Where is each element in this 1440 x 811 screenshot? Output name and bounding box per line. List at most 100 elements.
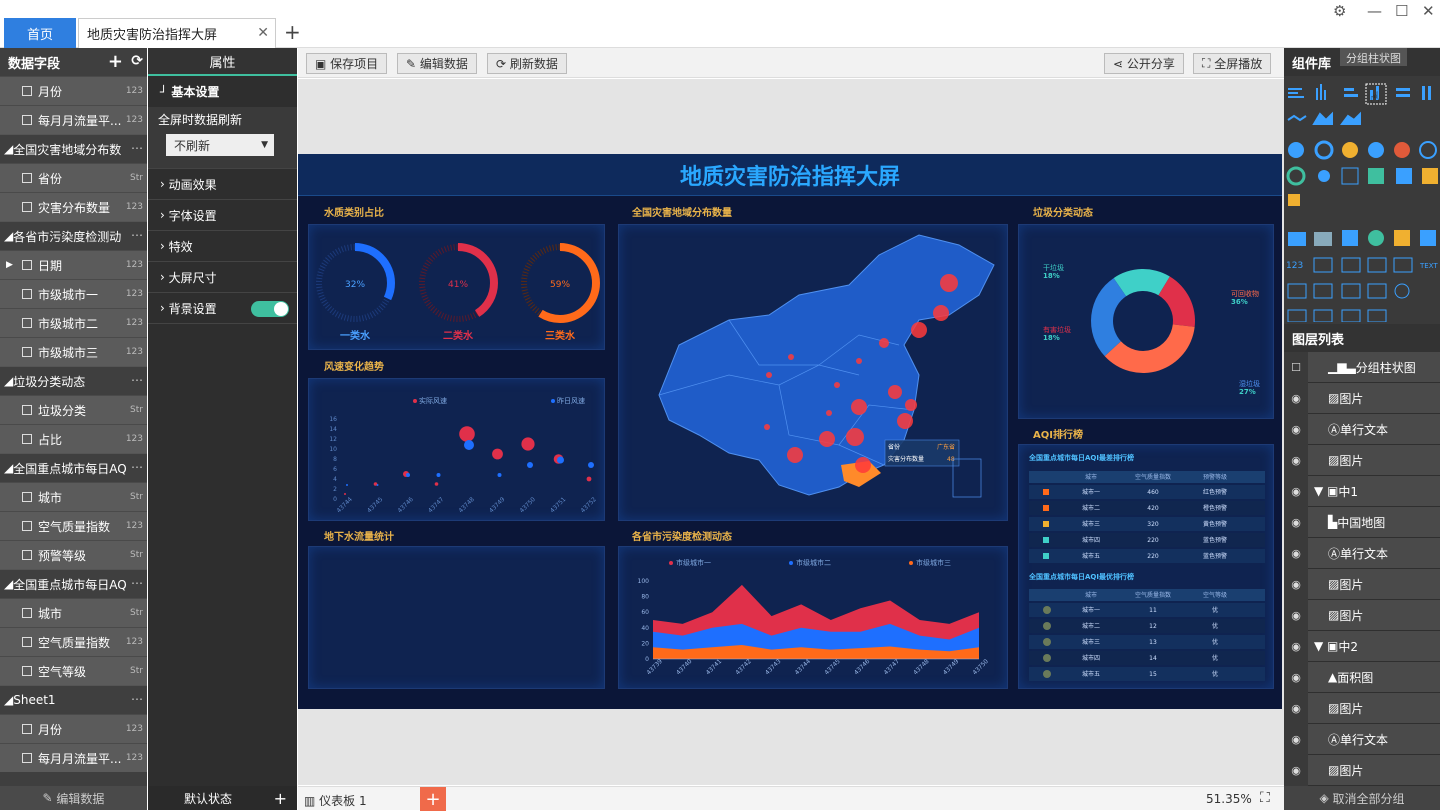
share-button[interactable]: ⋖ 公开分享: [1104, 53, 1184, 74]
donut-chart-icon[interactable]: [1314, 140, 1334, 160]
settings-icon[interactable]: ⚙: [1333, 2, 1346, 20]
layer-item[interactable]: ◉ ▲ 面积图: [1284, 661, 1440, 693]
minimize-icon[interactable]: —: [1367, 2, 1382, 20]
shape-icon[interactable]: [1367, 283, 1387, 299]
layer-item[interactable]: ◉ ▨ 图片: [1284, 382, 1440, 414]
refresh-icon[interactable]: ⟳: [131, 53, 143, 69]
section-animation[interactable]: › 动画效果: [148, 169, 297, 200]
column-chart-icon[interactable]: [1316, 88, 1318, 100]
add-sheet-button[interactable]: +: [420, 787, 446, 811]
field-item[interactable]: 预警等级 Str: [0, 540, 147, 569]
maximize-icon[interactable]: ☐: [1395, 2, 1408, 20]
ungroup-all-button[interactable]: ◈ 取消全部分组: [1284, 786, 1440, 810]
bar-chart-icon[interactable]: [1288, 88, 1302, 90]
wordcloud-icon[interactable]: [1422, 168, 1438, 184]
eye-icon[interactable]: ◉: [1284, 444, 1308, 476]
stacked-column-icon[interactable]: [1422, 86, 1425, 100]
gauge-chart-icon[interactable]: [1286, 166, 1306, 186]
layer-item[interactable]: ◉ ▙ 中国地图: [1284, 506, 1440, 538]
rich-text-icon[interactable]: TEXT: [1419, 262, 1438, 270]
treemap-icon[interactable]: [1368, 168, 1384, 184]
image-icon[interactable]: [1287, 283, 1307, 299]
more-icon[interactable]: ⋯: [131, 141, 143, 155]
percent-chart-icon[interactable]: [1342, 142, 1358, 158]
more-icon[interactable]: ⋯: [131, 692, 143, 706]
dashboard-screen[interactable]: 地质灾害防治指挥大屏 水质类别占比 32% 一类水 41% 二类水 59% 三类…: [298, 154, 1282, 709]
layer-item[interactable]: ◉ ▨ 图片: [1284, 692, 1440, 724]
field-item[interactable]: ▶ 日期 123: [0, 250, 147, 279]
eye-icon[interactable]: ◉: [1284, 754, 1308, 786]
folder-expand-icon[interactable]: ▼ ▣: [1314, 639, 1338, 653]
section-basic[interactable]: ┘ 基本设置: [148, 76, 297, 107]
field-item[interactable]: 每月月流量平... 123: [0, 743, 147, 772]
tab-component-icon[interactable]: [1287, 309, 1307, 323]
layer-group[interactable]: ◉ ▼ ▣ 中2: [1284, 630, 1440, 662]
rose-chart-icon[interactable]: [1368, 142, 1384, 158]
field-item[interactable]: 空气质量指数 123: [0, 511, 147, 540]
text-icon[interactable]: [1367, 257, 1387, 273]
number-icon[interactable]: 123: [1286, 261, 1303, 271]
add-tab-icon[interactable]: +: [284, 20, 301, 44]
field-group[interactable]: ◢ 全国重点城市每日AQ ⋯: [0, 453, 147, 482]
layer-item[interactable]: ◉ ▨ 图片: [1284, 568, 1440, 600]
radar-chart-icon[interactable]: [1394, 142, 1410, 158]
funnel-chart-icon[interactable]: [1341, 167, 1359, 185]
eye-icon[interactable]: ◉: [1284, 630, 1308, 662]
layer-item[interactable]: ◉ Ⓐ 单行文本: [1284, 413, 1440, 445]
more-icon[interactable]: ⋯: [131, 576, 143, 590]
eye-icon[interactable]: ◉: [1284, 661, 1308, 693]
layer-group[interactable]: ◉ ▼ ▣ 中1: [1284, 475, 1440, 507]
more-icon[interactable]: ⋯: [131, 373, 143, 387]
add-icon[interactable]: +: [108, 51, 123, 72]
save-project-button[interactable]: ▣ 保存项目: [306, 53, 388, 74]
field-item[interactable]: 市级城市三 123: [0, 337, 147, 366]
layer-item[interactable]: ◉ Ⓐ 单行文本: [1284, 537, 1440, 569]
3d-bar-icon[interactable]: [1342, 230, 1358, 246]
layer-item[interactable]: ◉ Ⓐ 单行文本: [1284, 723, 1440, 755]
3d-box-icon[interactable]: [1394, 230, 1410, 246]
eye-icon[interactable]: ◉: [1284, 413, 1308, 445]
image-carousel-icon[interactable]: [1313, 283, 1333, 299]
globe-icon[interactable]: [1368, 230, 1384, 246]
tab-document[interactable]: 地质灾害防治指挥大屏 ✕: [78, 18, 276, 48]
field-group[interactable]: ◢ 全国灾害地域分布数 ⋯: [0, 134, 147, 163]
heatmap-icon[interactable]: [1396, 168, 1412, 184]
eye-icon[interactable]: ◉: [1284, 506, 1308, 538]
map-icon[interactable]: [1288, 232, 1306, 246]
folder-expand-icon[interactable]: ▼ ▣: [1314, 484, 1338, 498]
stacked-area-icon[interactable]: [1340, 111, 1361, 125]
fit-screen-icon[interactable]: ⛶: [1260, 790, 1270, 806]
field-item[interactable]: 市级城市一 123: [0, 279, 147, 308]
field-group[interactable]: ◢ Sheet1 ⋯: [0, 685, 147, 714]
field-item[interactable]: 月份 123: [0, 714, 147, 743]
video-icon[interactable]: [1341, 283, 1361, 299]
field-group[interactable]: ◢ 全国重点城市每日AQ ⋯: [0, 569, 147, 598]
refresh-data-button[interactable]: ⟳ 刷新数据: [487, 53, 567, 74]
close-icon[interactable]: ✕: [257, 25, 269, 41]
checkbox-icon[interactable]: ☐: [1284, 351, 1308, 383]
field-item[interactable]: 空气质量指数 123: [0, 627, 147, 656]
more-icon[interactable]: ⋯: [131, 228, 143, 242]
expand-icon[interactable]: ▶: [6, 260, 13, 270]
background-toggle[interactable]: [251, 301, 289, 317]
tab-home[interactable]: 首页: [4, 18, 76, 48]
matrix-icon[interactable]: [1288, 194, 1300, 206]
table-icon[interactable]: [1341, 257, 1361, 273]
bubble-chart-icon[interactable]: [1318, 170, 1330, 182]
field-group[interactable]: ◢ 垃圾分类动态 ⋯: [0, 366, 147, 395]
eye-icon[interactable]: ◉: [1284, 382, 1308, 414]
field-item[interactable]: 城市 Str: [0, 598, 147, 627]
iframe-icon[interactable]: [1341, 309, 1361, 323]
field-item[interactable]: 省份 Str: [0, 163, 147, 192]
eye-icon[interactable]: ◉: [1284, 568, 1308, 600]
field-item[interactable]: 灾害分布数量 123: [0, 192, 147, 221]
field-item[interactable]: 空气等级 Str: [0, 656, 147, 685]
section-background[interactable]: › 背景设置: [148, 293, 297, 324]
field-group[interactable]: ◢ 各省市污染度检测动 ⋯: [0, 221, 147, 250]
multiline-text-icon[interactable]: [1393, 257, 1413, 273]
field-item[interactable]: 每月月流量平... 123: [0, 105, 147, 134]
ring-chart-icon[interactable]: [1419, 141, 1437, 159]
field-item[interactable]: 市级城市二 123: [0, 308, 147, 337]
world-map-icon[interactable]: [1314, 232, 1332, 246]
layer-item[interactable]: ◉ ▨ 图片: [1284, 444, 1440, 476]
